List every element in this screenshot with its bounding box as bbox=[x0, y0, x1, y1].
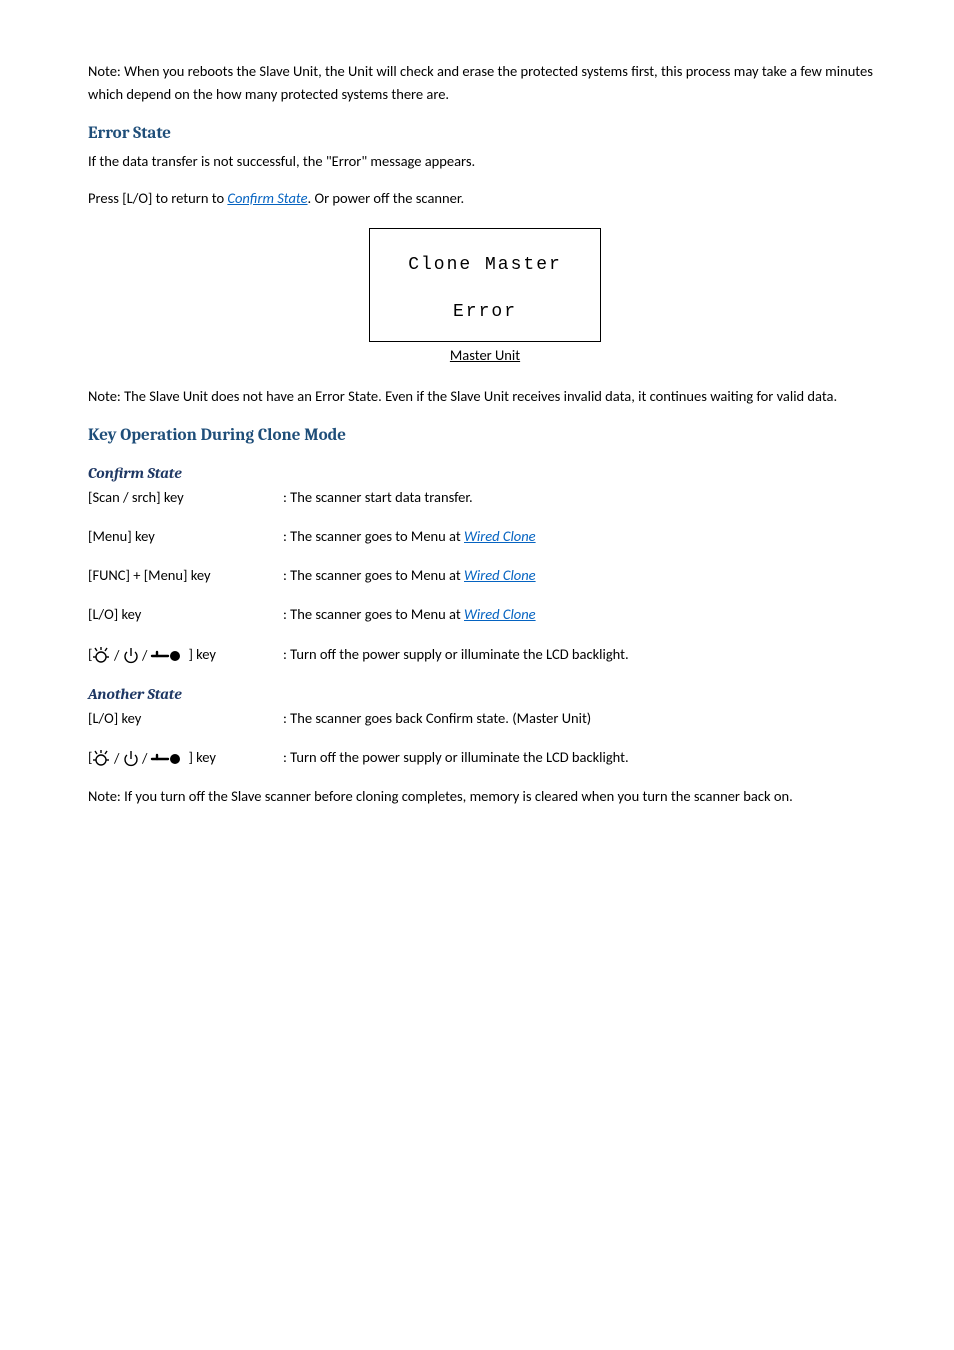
kv-key: [FUNC] + [Menu] key bbox=[88, 564, 283, 587]
kv-key: [L/O] key bbox=[88, 707, 283, 730]
kv-row-lo2: [L/O] key : The scanner goes back Confir… bbox=[88, 707, 882, 730]
kv-key: [Scan / srch] key bbox=[88, 486, 283, 509]
kv-row-power2: [ / / ] key : Turn off the power supply bbox=[88, 746, 882, 769]
wired-clone-link[interactable]: Wired Clone bbox=[464, 527, 536, 545]
text: : The scanner goes to Menu at bbox=[283, 566, 464, 584]
another-state-heading: Another State bbox=[88, 682, 882, 707]
error-state-line2: Press [L/O] to return to Confirm State. … bbox=[88, 187, 882, 210]
text: : The scanner goes to Menu at bbox=[283, 605, 464, 623]
text: : The scanner goes to Menu at bbox=[283, 527, 464, 545]
lcd-line2: Error bbox=[370, 298, 600, 327]
lcd-line1: Clone Master bbox=[370, 251, 600, 280]
kv-row-lo: [L/O] key : The scanner goes to Menu at … bbox=[88, 603, 882, 626]
light-power-lock-icon: / / bbox=[92, 646, 188, 664]
svg-text:/: / bbox=[113, 647, 120, 664]
lcd-display: Clone Master Error bbox=[369, 228, 601, 342]
error-state-heading: Error State bbox=[88, 120, 882, 147]
kv-val: : The scanner start data transfer. bbox=[283, 486, 473, 509]
confirm-state-link[interactable]: Confirm State bbox=[227, 189, 307, 207]
kv-row-power: [ / / ] key : Turn off the power supply bbox=[88, 643, 882, 666]
svg-text:/: / bbox=[113, 750, 120, 767]
kv-key: [ / / ] key bbox=[88, 746, 283, 769]
kv-row-func-menu: [FUNC] + [Menu] key : The scanner goes t… bbox=[88, 564, 882, 587]
close-bracket: ] key bbox=[188, 748, 216, 766]
confirm-state-heading: Confirm State bbox=[88, 461, 882, 486]
kv-row-scan: [Scan / srch] key : The scanner start da… bbox=[88, 486, 882, 509]
wired-clone-link[interactable]: Wired Clone bbox=[464, 605, 536, 623]
kv-val: : The scanner goes to Menu at Wired Clon… bbox=[283, 564, 536, 587]
kv-key: [L/O] key bbox=[88, 603, 283, 626]
svg-text:/: / bbox=[141, 750, 148, 767]
kv-val: : The scanner goes to Menu at Wired Clon… bbox=[283, 525, 536, 548]
kv-key: [ / / ] key bbox=[88, 643, 283, 666]
kv-row-menu: [Menu] key : The scanner goes to Menu at… bbox=[88, 525, 882, 548]
text: Press [L/O] to return to bbox=[88, 189, 227, 207]
light-power-lock-icon: / / bbox=[92, 749, 188, 767]
kv-key: [Menu] key bbox=[88, 525, 283, 548]
kv-val: : The scanner goes back Confirm state. (… bbox=[283, 707, 591, 730]
kv-val: : The scanner goes to Menu at Wired Clon… bbox=[283, 603, 536, 626]
kv-val: : Turn off the power supply or illuminat… bbox=[283, 643, 629, 666]
close-bracket: ] key bbox=[188, 645, 216, 663]
kv-val: : Turn off the power supply or illuminat… bbox=[283, 746, 629, 769]
key-op-heading: Key Operation During Clone Mode bbox=[88, 422, 882, 449]
lcd-caption: Master Unit bbox=[88, 344, 882, 367]
text: . Or power off the scanner. bbox=[308, 189, 465, 207]
wired-clone-link[interactable]: Wired Clone bbox=[464, 566, 536, 584]
final-note: Note: If you turn off the Slave scanner … bbox=[88, 785, 882, 808]
svg-text:/: / bbox=[141, 647, 148, 664]
intro-note: Note: When you reboots the Slave Unit, t… bbox=[88, 60, 882, 106]
error-state-note: Note: The Slave Unit does not have an Er… bbox=[88, 385, 882, 408]
error-state-line1: If the data transfer is not successful, … bbox=[88, 150, 882, 173]
